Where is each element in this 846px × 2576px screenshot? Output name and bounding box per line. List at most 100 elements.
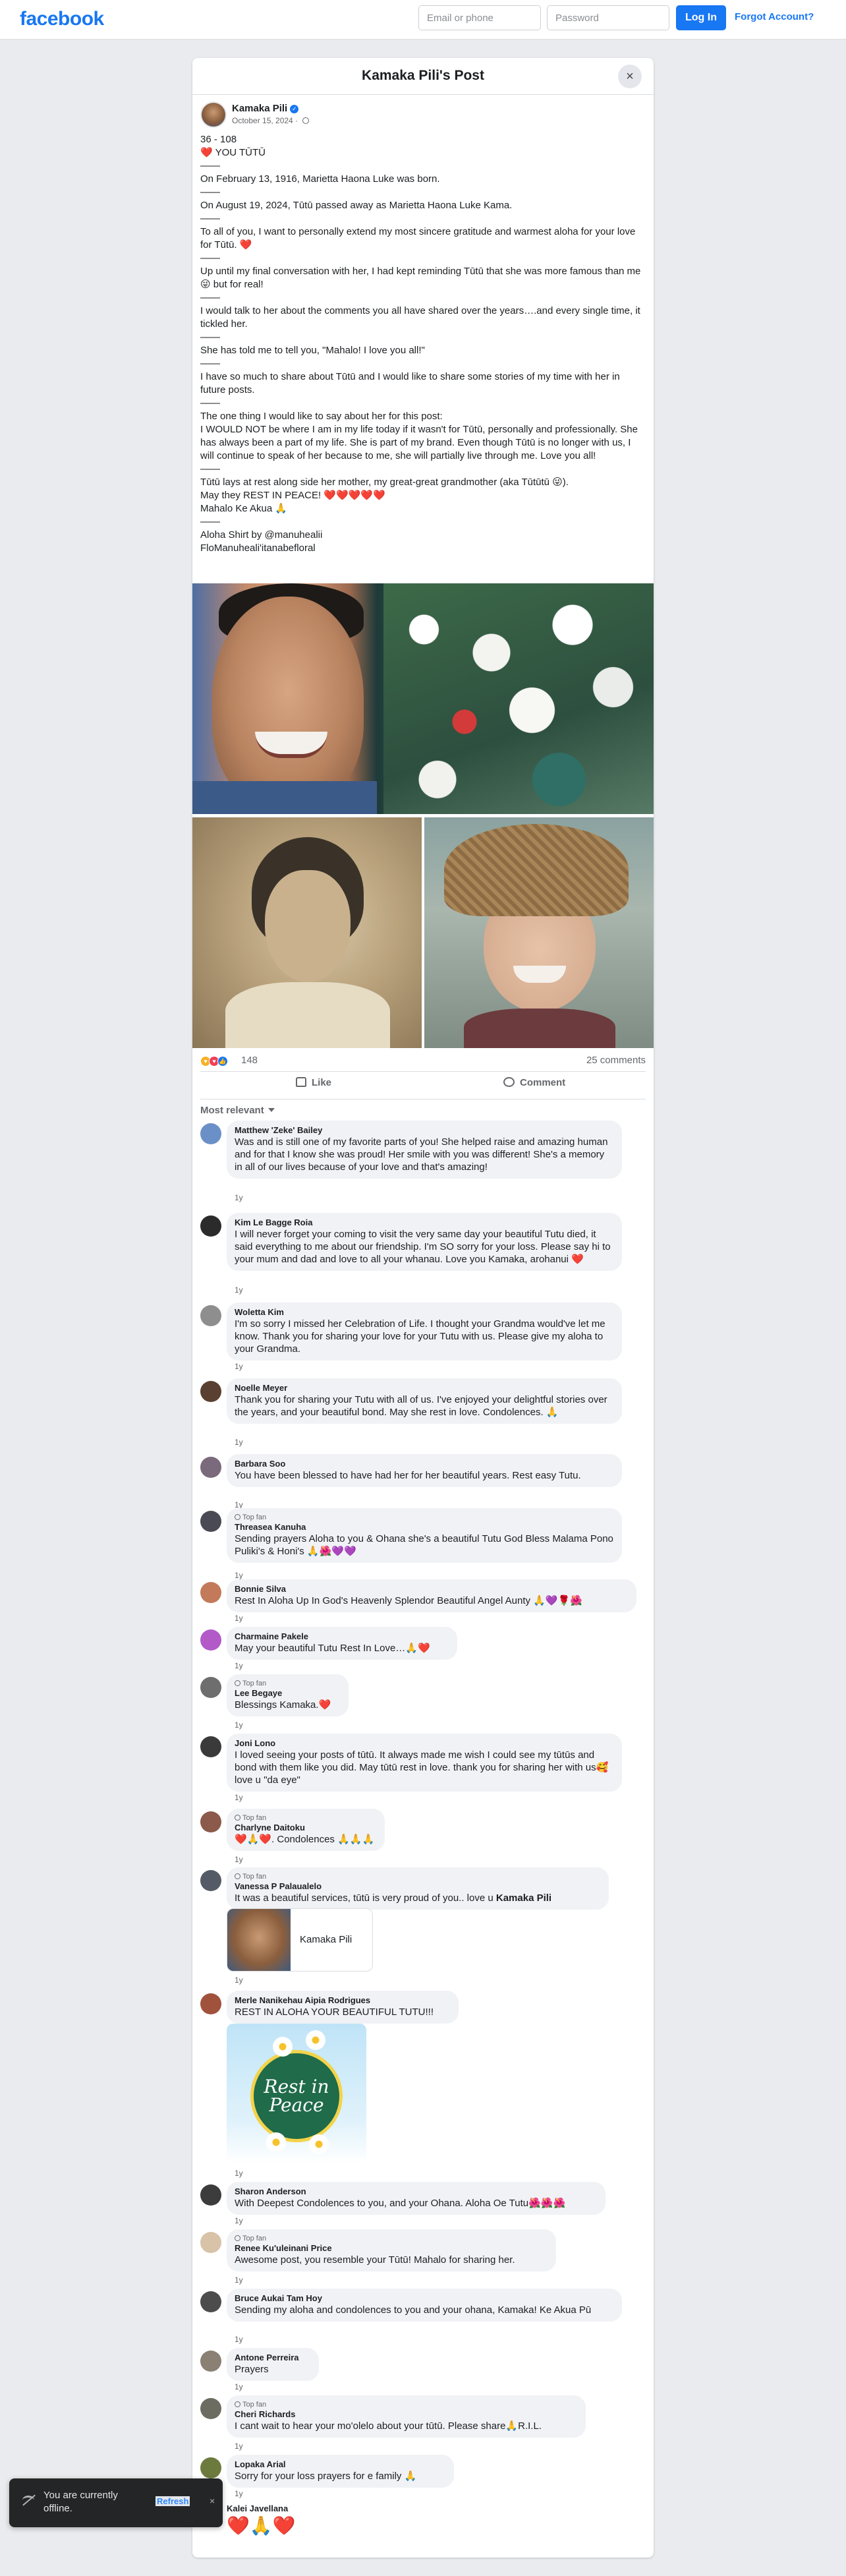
comment-count[interactable]: 25 comments [586, 1055, 646, 1066]
sort-dropdown[interactable]: Most relevant [200, 1105, 275, 1116]
top-fan-label: Top fan [242, 1680, 267, 1687]
comment-time[interactable]: 1y [235, 2489, 243, 2498]
top-fan-label: Top fan [242, 1814, 267, 1822]
comment-time[interactable]: 1y [235, 1793, 243, 1802]
commenter-name[interactable]: Barbara Soo [235, 1459, 614, 1469]
author-name[interactable]: Kamaka Pili ✓ [232, 103, 299, 114]
comment-text: Prayers [235, 2364, 269, 2375]
avatar[interactable] [200, 1870, 221, 1891]
elder-portrait-photo[interactable] [424, 817, 654, 1048]
comment-time[interactable]: 1y [235, 1571, 243, 1580]
author-name-text[interactable]: Kamaka Pili [232, 103, 287, 114]
commenter-name[interactable]: Noelle Meyer [235, 1383, 614, 1393]
avatar[interactable] [200, 2457, 221, 2478]
commenter-name[interactable]: Renee Ku'uleinani Price [235, 2243, 548, 2254]
commenter-name[interactable]: Bonnie Silva [235, 1584, 629, 1595]
comment-text: Rest In Aloha Up In God's Heavenly Splen… [235, 1595, 582, 1606]
globe-icon [302, 117, 310, 124]
avatar[interactable] [200, 1123, 221, 1144]
login-button[interactable]: Log In [676, 5, 726, 30]
comment-time[interactable]: 1y [235, 1438, 243, 1447]
facebook-logo[interactable]: facebook [20, 8, 104, 30]
comment-time[interactable]: 1y [235, 2275, 243, 2285]
commenter-name[interactable]: Kim Le Bagge Roia [235, 1217, 614, 1228]
vintage-portrait-photo[interactable] [192, 817, 422, 1048]
email-field[interactable] [418, 5, 541, 30]
refresh-link[interactable]: Refresh [155, 2496, 190, 2506]
commenter-name[interactable]: Kalei Javellana [227, 2503, 296, 2514]
reaction-count[interactable]: 148 [241, 1055, 258, 1066]
avatar[interactable] [200, 1381, 221, 1402]
speech-bubble-icon [503, 1077, 515, 1087]
mention-card[interactable]: Kamaka Pili [227, 1908, 373, 1972]
forgot-account-link[interactable]: Forgot Account? [735, 11, 814, 22]
avatar[interactable] [200, 1457, 221, 1478]
mention-link[interactable]: Kamaka Pili [496, 1892, 551, 1904]
commenter-name[interactable]: Lopaka Arial [235, 2459, 446, 2470]
password-field[interactable] [547, 5, 669, 30]
commenter-name[interactable]: Bruce Aukai Tam Hoy [235, 2293, 614, 2304]
avatar[interactable] [200, 102, 227, 128]
avatar[interactable] [200, 1629, 221, 1651]
comment-time[interactable]: 1y [235, 2442, 243, 2451]
comment-bubble: Top fan Renee Ku'uleinani Price Awesome … [227, 2229, 556, 2271]
comment-bubble: Woletta Kim I'm so sorry I missed her Ce… [227, 1303, 622, 1361]
avatar[interactable] [200, 1511, 221, 1532]
comment-time[interactable]: 1y [235, 1720, 243, 1730]
avatar[interactable] [200, 1736, 221, 1757]
wifi-off-icon [22, 2496, 34, 2505]
comment-button[interactable]: Comment [503, 1077, 565, 1088]
avatar[interactable] [200, 1677, 221, 1698]
post-date-text[interactable]: October 15, 2024 [232, 116, 293, 125]
sort-label: Most relevant [200, 1105, 264, 1116]
face-shape [265, 870, 351, 982]
avatar[interactable] [200, 1215, 221, 1237]
commenter-name[interactable]: Charlyne Daitoku [235, 1823, 377, 1833]
avatar[interactable] [200, 2184, 221, 2206]
comment-time[interactable]: 1y [235, 2382, 243, 2391]
avatar[interactable] [200, 2398, 221, 2419]
avatar[interactable] [200, 2232, 221, 2253]
comment-time[interactable]: 1y [235, 1285, 243, 1295]
photo-grid [192, 583, 654, 1048]
commenter-name[interactable]: Joni Lono [235, 1738, 614, 1749]
comment-time[interactable]: 1y [235, 1362, 243, 1371]
avatar[interactable] [200, 2351, 221, 2372]
close-icon[interactable]: × [210, 2496, 215, 2506]
comment-time[interactable]: 1y [235, 2216, 243, 2225]
commenter-name[interactable]: Threasea Kanuha [235, 1522, 614, 1533]
comment-time[interactable]: 1y [235, 1855, 243, 1864]
avatar[interactable] [200, 1811, 221, 1832]
comment-time[interactable]: 1y [235, 1661, 243, 1670]
commenter-name[interactable]: Merle Nanikehau Aipia Rodrigues [235, 1995, 451, 2006]
rest-in-peace-sticker[interactable]: Rest in Peace [227, 2024, 366, 2163]
comment-time[interactable]: 1y [235, 1193, 243, 1202]
top-fan-badge: Top fan [235, 1872, 601, 1881]
dialog-title: Kamaka Pili's Post [362, 68, 484, 83]
commenter-name[interactable]: Vanessa P Palaualelo [235, 1881, 601, 1892]
comment-bubble: Merle Nanikehau Aipia Rodrigues REST IN … [227, 1991, 459, 2024]
commenter-name[interactable]: Cheri Richards [235, 2409, 578, 2420]
avatar[interactable] [200, 1305, 221, 1326]
commenter-name[interactable]: Matthew 'Zeke' Bailey [235, 1125, 614, 1136]
commenter-name[interactable]: Lee Begaye [235, 1688, 341, 1699]
reaction-icons[interactable]: ♥ ♥ 👍 [200, 1055, 228, 1067]
selfie-with-flowers-photo[interactable] [192, 583, 654, 814]
comment-time[interactable]: 1y [235, 1614, 243, 1623]
comment-time[interactable]: 1y [235, 1976, 243, 1985]
commenter-name[interactable]: Antone Perreira [235, 2353, 311, 2363]
comment-text: Blessings Kamaka.❤️ [235, 1699, 331, 1711]
like-button[interactable]: Like [296, 1077, 331, 1088]
verified-badge-icon: ✓ [290, 105, 299, 113]
avatar[interactable] [200, 1993, 221, 2014]
post-date[interactable]: October 15, 2024 · [232, 116, 310, 125]
comment-time[interactable]: 1y [235, 2169, 243, 2178]
avatar[interactable] [200, 1582, 221, 1603]
commenter-name[interactable]: Sharon Anderson [235, 2186, 598, 2197]
commenter-name[interactable]: Woletta Kim [235, 1307, 614, 1318]
close-icon[interactable]: × [618, 65, 642, 88]
avatar[interactable] [200, 2291, 221, 2312]
commenter-name[interactable]: Charmaine Pakele [235, 1631, 449, 1642]
comment-time[interactable]: 1y [235, 2335, 243, 2344]
comment-text-body: It was a beautiful services, tūtū is ver… [235, 1892, 496, 1904]
